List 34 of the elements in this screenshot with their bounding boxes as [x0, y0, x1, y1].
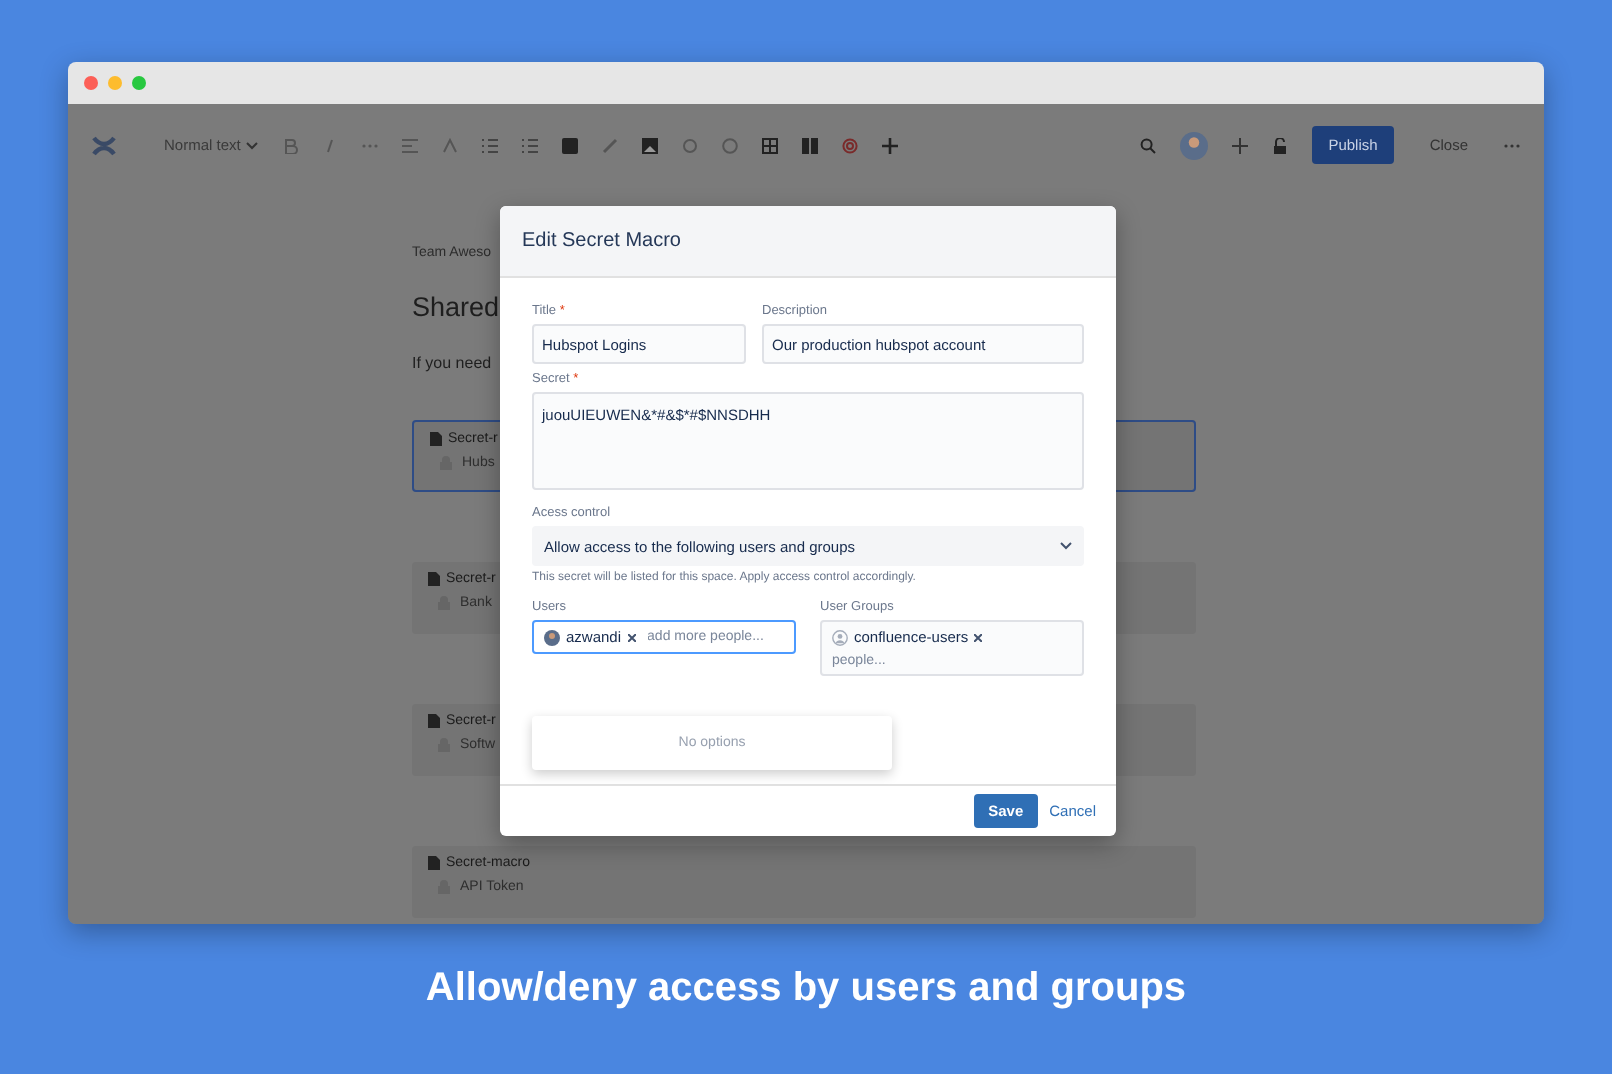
- avatar-icon: [544, 629, 560, 645]
- bullet-list-icon[interactable]: [482, 137, 499, 153]
- table-icon[interactable]: [762, 137, 779, 153]
- intro-text: If you need: [412, 354, 492, 372]
- caret-icon: [246, 141, 259, 149]
- image-icon[interactable]: [642, 137, 659, 153]
- maximize-window-icon[interactable]: [132, 76, 146, 90]
- document-icon: [428, 714, 440, 728]
- bold-icon[interactable]: [282, 137, 299, 153]
- document-icon: [428, 572, 440, 586]
- caret-icon: [1060, 542, 1072, 550]
- italic-icon[interactable]: [322, 137, 339, 153]
- remove-icon[interactable]: [627, 633, 636, 641]
- text-color-icon[interactable]: [442, 137, 459, 153]
- unlock-icon[interactable]: [1272, 137, 1289, 153]
- avatar-icon: [1180, 131, 1209, 159]
- align-icon[interactable]: [402, 137, 419, 153]
- task-icon[interactable]: [562, 137, 579, 153]
- columns-icon[interactable]: [802, 137, 819, 153]
- dialog-title: Edit Secret Macro: [500, 206, 1116, 278]
- logo-icon[interactable]: [92, 133, 116, 157]
- search-icon[interactable]: [1140, 137, 1157, 153]
- document-icon: [428, 856, 440, 870]
- caption: Allow/deny access by users and groups: [425, 966, 1187, 1012]
- close-window-icon[interactable]: [84, 76, 98, 90]
- minimize-window-icon[interactable]: [108, 76, 122, 90]
- insert-icon[interactable]: [882, 137, 899, 153]
- document-icon: [430, 432, 442, 446]
- add-icon[interactable]: [1232, 137, 1249, 153]
- target-icon[interactable]: [842, 137, 859, 153]
- person-icon: [832, 629, 848, 645]
- numbered-list-icon[interactable]: [522, 137, 539, 153]
- page-title: Shared: [412, 292, 500, 322]
- remove-icon[interactable]: [974, 633, 983, 641]
